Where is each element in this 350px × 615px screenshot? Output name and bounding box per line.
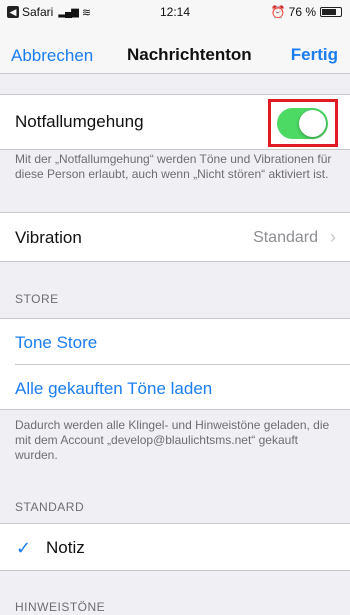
alert-tones-section-header: HINWEISTÖNE: [15, 600, 106, 614]
store-footer: Dadurch werden alle Klingel- und Hinweis…: [15, 418, 330, 462]
battery-percent: 76 %: [288, 5, 316, 19]
vibration-label: Vibration: [15, 228, 82, 247]
status-bar: ◀ Safari ▂▄▆ ≋ 12:14 ⏰ 76 %: [0, 0, 350, 24]
vibration-value: Standard: [253, 229, 318, 246]
store-group: Tone Store Alle gekauften Töne laden: [0, 318, 350, 410]
battery-icon: [320, 7, 342, 17]
store-section-header: STORE: [15, 292, 59, 306]
cancel-button[interactable]: Abbrechen: [11, 46, 93, 66]
page-title: Nachrichtenton: [127, 45, 252, 64]
done-button[interactable]: Fertig: [291, 45, 338, 65]
alarm-icon: ⏰: [270, 5, 286, 19]
checkmark-icon: ✓: [16, 538, 32, 558]
chevron-right-icon: ›: [330, 227, 336, 247]
standard-tone-cell[interactable]: ✓ Notiz: [0, 523, 350, 571]
battery-fill: [322, 9, 336, 15]
status-right: ⏰ 76 %: [271, 5, 342, 19]
download-all-tones-link[interactable]: Alle gekauften Töne laden: [15, 379, 212, 399]
toggle-knob[interactable]: [299, 110, 326, 137]
store-separator: [15, 364, 350, 365]
vibration-cell[interactable]: Vibration Standard ›: [0, 212, 350, 262]
emergency-bypass-toggle[interactable]: [277, 108, 328, 139]
navigation-bar: Abbrechen Nachrichtenton Fertig: [0, 24, 350, 74]
emergency-bypass-cell: Notfallumgehung: [0, 94, 350, 150]
standard-tone-label: Notiz: [46, 538, 85, 557]
standard-section-header: STANDARD: [15, 500, 85, 514]
emergency-bypass-label: Notfallumgehung: [15, 112, 144, 131]
emergency-bypass-footer: Mit der „Notfallumgehung“ werden Töne un…: [15, 152, 332, 181]
tone-store-link[interactable]: Tone Store: [15, 333, 97, 353]
